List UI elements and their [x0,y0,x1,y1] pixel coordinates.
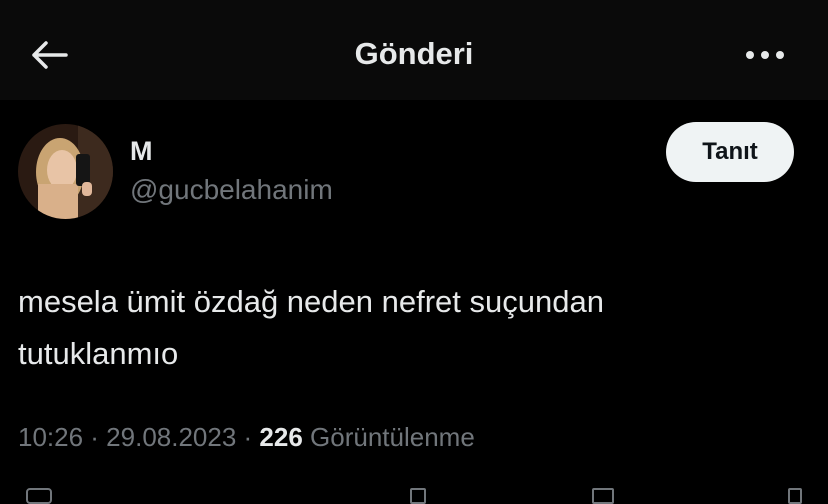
retweet-icon[interactable] [410,488,426,504]
tweet-metadata: 10:26 · 29.08.2023 · 226 Görüntülenme [18,422,475,453]
views-count[interactable]: 226 [259,422,302,452]
more-options-button[interactable] [740,38,790,72]
top-bar: Gönderi [0,0,828,100]
bookmark-icon[interactable] [592,488,614,504]
views-label: Görüntülenme [310,422,475,452]
avatar[interactable] [18,124,113,219]
page-title: Gönderi [354,36,474,71]
reply-icon[interactable] [26,488,52,504]
tweet-text: mesela ümit özdağ neden nefret suçundan … [18,284,604,371]
more-horizontal-icon [746,51,784,59]
author-handle[interactable]: @gucbelahanim [130,174,333,206]
author-display-name[interactable]: M [130,136,153,167]
action-bar [0,486,828,504]
follow-button[interactable]: Tanıt [666,122,794,182]
tweet-timestamp[interactable]: 10:26 · 29.08.2023 · [18,422,259,452]
profile-photo [18,124,113,219]
share-icon[interactable] [788,488,802,504]
